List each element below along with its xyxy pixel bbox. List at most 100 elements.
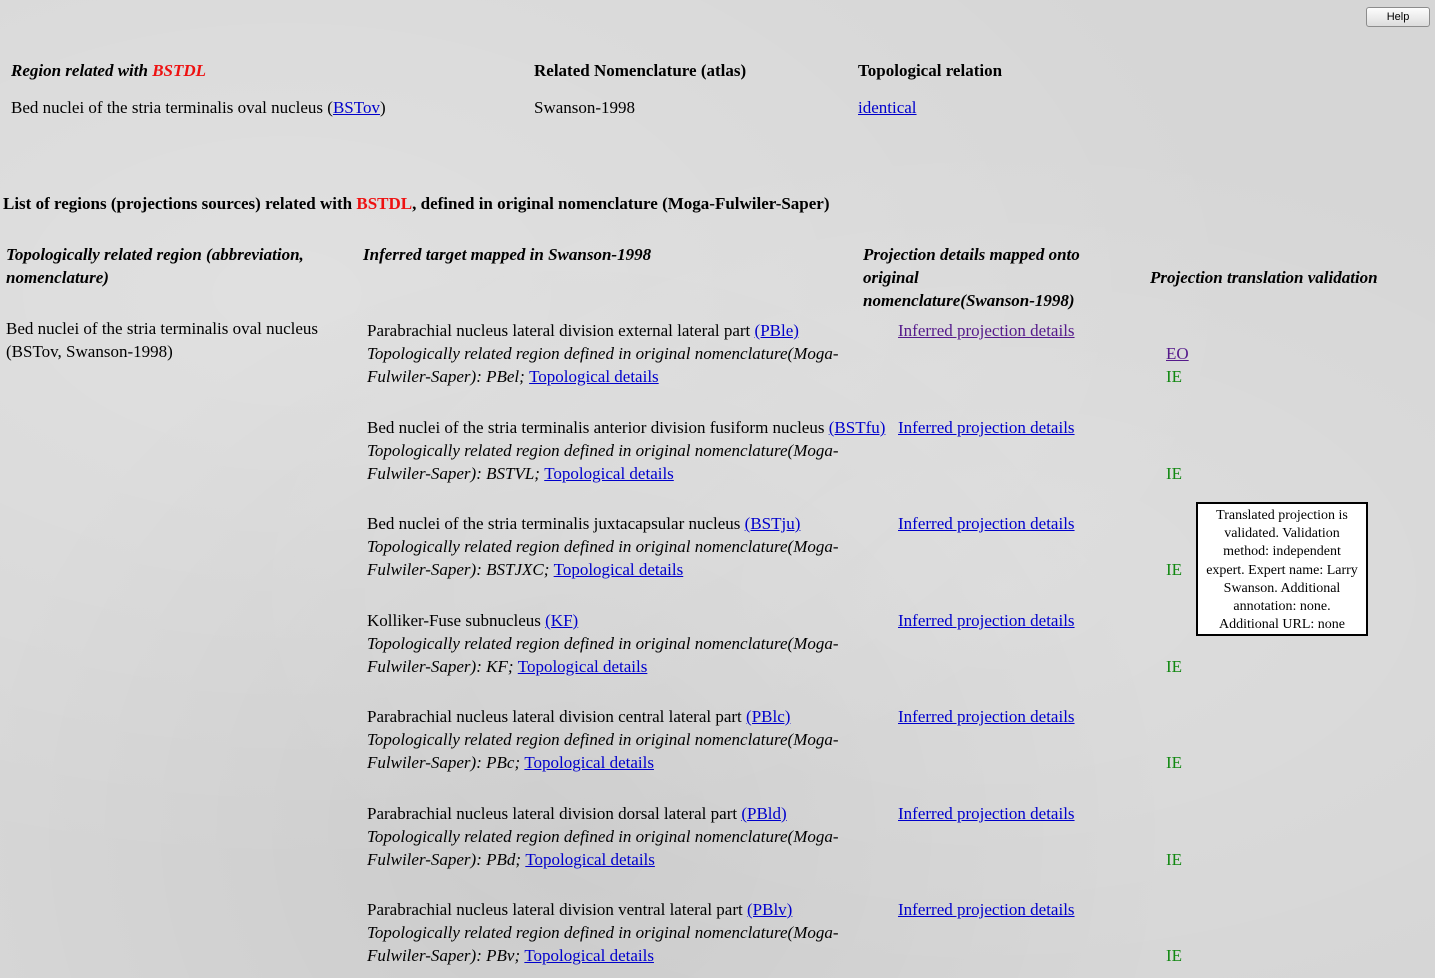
tooltip-line: Additional URL: none: [1219, 617, 1345, 633]
target-line: Parabrachial nucleus lateral division ve…: [367, 898, 887, 921]
list-header-inferred-target: Inferred target mapped in Swanson-1998: [363, 245, 652, 264]
topo-orig-abbr: PBd: [486, 850, 516, 869]
inferred-projection-details-link[interactable]: Inferred projection details: [898, 319, 1075, 342]
topo-text-prefix: Fulwiler-Saper):: [367, 367, 487, 386]
topological-details-link[interactable]: Topological details: [544, 464, 674, 483]
ie-validation-marker[interactable]: IE: [1166, 848, 1182, 871]
tooltip-line: method: independent: [1223, 544, 1341, 560]
list-title-prefix: List of regions (projections sources) re…: [3, 194, 357, 213]
topological-details-link[interactable]: Topological details: [554, 560, 684, 579]
relation-row-identical-link[interactable]: identical: [858, 98, 917, 118]
relation-row-region-close: ): [379, 98, 386, 117]
topo-separator: ;: [514, 946, 525, 965]
topo-line-2: Fulwiler-Saper): PBel; Topological detai…: [367, 365, 887, 388]
topological-details-link[interactable]: Topological details: [524, 753, 654, 772]
validation-tooltip: Translated projection is validated. Vali…: [1196, 502, 1368, 636]
topo-line-1: Topologically related region defined in …: [367, 439, 887, 462]
topo-line-2: Fulwiler-Saper): PBd; Topological detail…: [367, 848, 887, 871]
target-name: Bed nuclei of the stria terminalis juxta…: [367, 514, 745, 533]
topo-text-prefix: Fulwiler-Saper):: [367, 753, 487, 772]
topo-line-1: Topologically related region defined in …: [367, 535, 887, 558]
ie-validation-marker[interactable]: IE: [1166, 751, 1182, 774]
topo-text: Topologically related region defined in …: [367, 827, 839, 846]
relation-header-region: Region related with BSTDL: [11, 61, 206, 81]
relation-row-region-text: Bed nuclei of the stria terminalis oval …: [11, 98, 333, 117]
target-name: Kolliker-Fuse subnucleus: [367, 611, 546, 630]
relation-row-nomenclature: Swanson-1998: [534, 98, 636, 117]
topo-line-1: Topologically related region defined in …: [367, 921, 887, 944]
topo-text-prefix: Fulwiler-Saper):: [367, 946, 487, 965]
target-abbr-link[interactable]: (PBlv): [747, 900, 792, 919]
list-header-projection-details-line1: Projection details mapped onto: [863, 245, 1080, 264]
topo-text: Topologically related region defined in …: [367, 441, 839, 460]
target-name: Parabrachial nucleus lateral division ve…: [367, 900, 747, 919]
relation-header-region-name: BSTDL: [152, 61, 207, 80]
topo-orig-abbr: BSTJXC: [486, 560, 544, 579]
target-abbr-link[interactable]: (PBlc): [746, 707, 790, 726]
topo-separator: ;: [543, 560, 554, 579]
target-abbr-link[interactable]: (KF): [545, 611, 578, 630]
target-line: Bed nuclei of the stria terminalis anter…: [367, 416, 887, 439]
target-line: Kolliker-Fuse subnucleus (KF): [367, 609, 887, 632]
target-name: Parabrachial nucleus lateral division ce…: [367, 707, 747, 726]
topo-line-2: Fulwiler-Saper): BSTVL; Topological deta…: [367, 462, 887, 485]
inferred-projection-details-link[interactable]: Inferred projection details: [898, 609, 1075, 632]
topo-separator: ;: [519, 367, 530, 386]
ie-validation-marker[interactable]: IE: [1166, 365, 1182, 388]
list-header-related-region-line1: Topologically related region (abbreviati…: [6, 245, 304, 264]
topological-details-link[interactable]: Topological details: [524, 946, 654, 965]
ie-validation-marker[interactable]: IE: [1166, 944, 1182, 967]
inferred-projection-details-link[interactable]: Inferred projection details: [898, 416, 1075, 439]
tooltip-line: expert. Expert name: Larry: [1206, 562, 1358, 578]
topological-details-link[interactable]: Topological details: [518, 657, 648, 676]
topo-line-2: Fulwiler-Saper): KF; Topological details: [367, 655, 887, 678]
target-abbr-link[interactable]: (BSTfu): [829, 418, 886, 437]
source-region: Bed nuclei of the stria terminalis oval …: [6, 317, 318, 363]
topo-orig-abbr: PBc: [486, 753, 515, 772]
topo-text: Topologically related region defined in …: [367, 634, 839, 653]
target-line: Parabrachial nucleus lateral division ex…: [367, 319, 887, 342]
inferred-projection-details-link[interactable]: Inferred projection details: [898, 802, 1075, 825]
eo-validation-link[interactable]: EO: [1166, 342, 1189, 365]
inferred-projection-details-link[interactable]: Inferred projection details: [898, 512, 1075, 535]
topo-text-prefix: Fulwiler-Saper):: [367, 850, 487, 869]
topo-separator: ;: [515, 850, 526, 869]
topo-line-2: Fulwiler-Saper): PBv; Topological detail…: [367, 944, 887, 967]
topo-separator: ;: [507, 657, 518, 676]
list-title: List of regions (projections sources) re…: [3, 194, 830, 214]
inferred-projection-details-link[interactable]: Inferred projection details: [898, 898, 1075, 921]
topo-line-1: Topologically related region defined in …: [367, 632, 887, 655]
tooltip-line: Translated projection is: [1216, 508, 1348, 523]
ie-validation-marker[interactable]: IE: [1166, 462, 1182, 485]
topo-line-1: Topologically related region defined in …: [367, 342, 887, 365]
target-name: Parabrachial nucleus lateral division ex…: [367, 321, 755, 340]
tooltip-line: annotation: none.: [1233, 599, 1331, 615]
help-button[interactable]: Help: [1366, 7, 1430, 27]
target-abbr-link[interactable]: (PBle): [755, 321, 799, 340]
ie-validation-marker[interactable]: IE: [1166, 558, 1182, 581]
target-line: Parabrachial nucleus lateral division ce…: [367, 705, 887, 728]
source-region-line2: (BSTov, Swanson-1998): [6, 342, 173, 361]
target-abbr-link[interactable]: (PBld): [741, 804, 786, 823]
topo-text: Topologically related region defined in …: [367, 344, 839, 363]
topo-text: Topologically related region defined in …: [367, 730, 839, 749]
relation-row-abbr-link[interactable]: BSTov: [333, 98, 380, 117]
topo-text: Topologically related region defined in …: [367, 923, 839, 942]
topo-line-2: Fulwiler-Saper): BSTJXC; Topological det…: [367, 558, 887, 581]
list-header-projection-details-line3: nomenclature(Swanson-1998): [863, 291, 1075, 310]
source-region-line1: Bed nuclei of the stria terminalis oval …: [6, 319, 319, 338]
ie-validation-marker[interactable]: IE: [1166, 655, 1182, 678]
target-name: Parabrachial nucleus lateral division do…: [367, 804, 742, 823]
topo-line-2: Fulwiler-Saper): PBc; Topological detail…: [367, 751, 887, 774]
topo-separator: ;: [534, 464, 545, 483]
topo-line-1: Topologically related region defined in …: [367, 728, 887, 751]
list-header-validation: Projection translation validation: [1150, 268, 1378, 287]
inferred-projection-details-link[interactable]: Inferred projection details: [898, 705, 1075, 728]
target-abbr-link[interactable]: (BSTju): [745, 514, 801, 533]
topo-orig-abbr: PBel: [486, 367, 520, 386]
topological-details-link[interactable]: Topological details: [525, 850, 655, 869]
topo-orig-abbr: BSTVL: [486, 464, 535, 483]
topological-details-link[interactable]: Topological details: [529, 367, 659, 386]
list-title-region: BSTDL: [356, 194, 413, 213]
topo-orig-abbr: PBv: [486, 946, 515, 965]
